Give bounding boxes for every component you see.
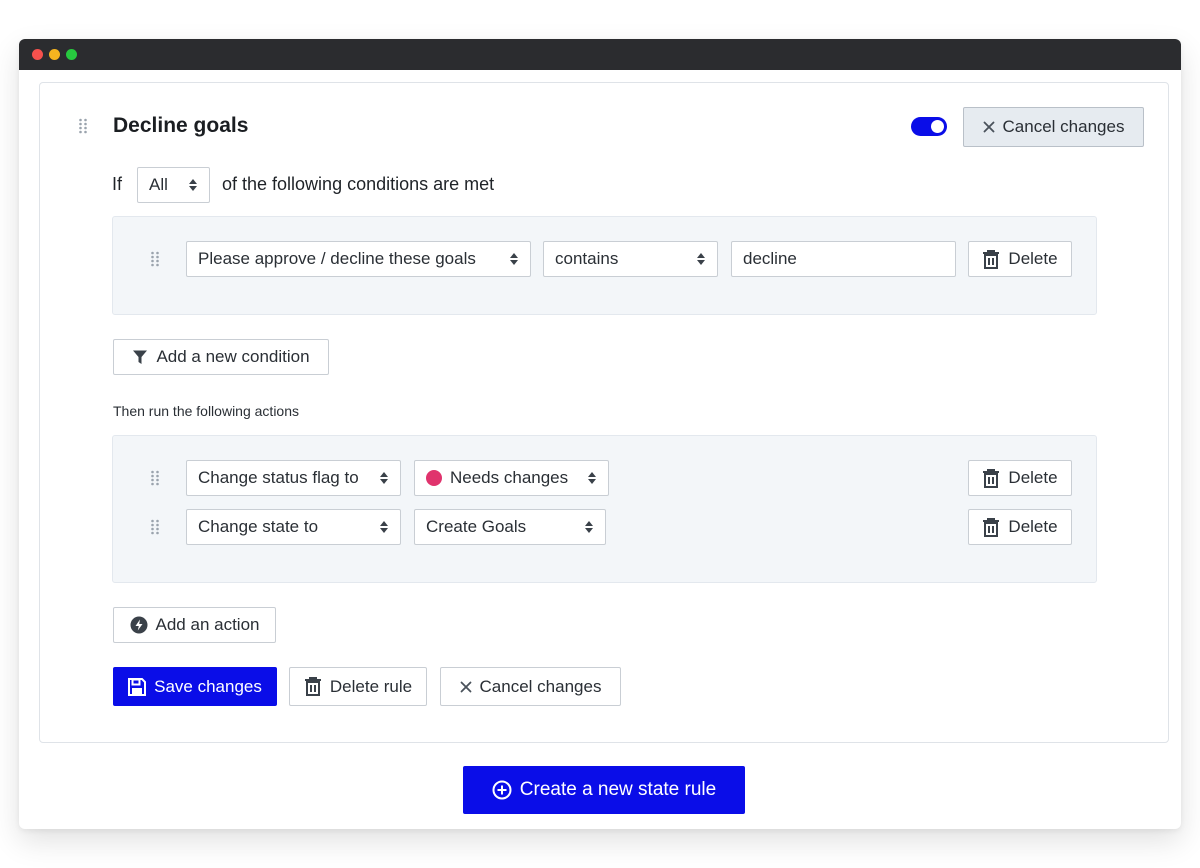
condition-field-select[interactable]: Please approve / decline these goals — [186, 241, 531, 277]
sort-caret-icon — [585, 521, 593, 533]
cancel-changes-label: Cancel changes — [479, 676, 602, 696]
sort-caret-icon — [189, 179, 197, 191]
rule-drag-handle-icon[interactable] — [78, 118, 88, 134]
condition-value-input[interactable]: decline — [731, 241, 956, 277]
delete-rule-label: Delete rule — [329, 676, 413, 696]
cancel-changes-top-label: Cancel changes — [1002, 117, 1125, 136]
state-value: Create Goals — [426, 517, 527, 536]
conditions-suffix: of the following conditions are met — [222, 174, 495, 194]
save-changes-button[interactable]: Save changes — [113, 667, 277, 706]
action-drag-handle-icon[interactable] — [150, 519, 160, 535]
sort-caret-icon — [380, 521, 388, 533]
rule-enabled-toggle[interactable] — [911, 117, 947, 136]
sort-caret-icon — [510, 253, 518, 265]
cancel-changes-button[interactable]: Cancel changes — [440, 667, 621, 706]
delete-action-label: Delete — [1008, 517, 1058, 536]
action-type-value: Change state to — [198, 517, 319, 536]
trash-icon — [982, 468, 1000, 488]
delete-action-button[interactable]: Delete — [968, 460, 1072, 496]
rule-title: Decline goals — [113, 114, 249, 137]
window-titlebar — [19, 39, 1181, 70]
action-type-select[interactable]: Change status flag to — [186, 460, 401, 496]
match-type-select[interactable]: All — [137, 167, 210, 203]
condition-drag-handle-icon[interactable] — [150, 251, 160, 267]
status-dot-icon — [426, 470, 442, 486]
delete-condition-label: Delete — [1008, 249, 1058, 268]
add-action-button[interactable]: Add an action — [113, 607, 276, 643]
window-minimize-dot[interactable] — [49, 49, 60, 60]
delete-condition-button[interactable]: Delete — [968, 241, 1072, 277]
add-action-label: Add an action — [155, 615, 260, 634]
condition-operator-select[interactable]: contains — [543, 241, 718, 277]
cancel-changes-top-button[interactable]: Cancel changes — [963, 107, 1144, 147]
actions-heading: Then run the following actions — [113, 403, 299, 419]
sort-caret-icon — [380, 472, 388, 484]
window-maximize-dot[interactable] — [66, 49, 77, 60]
action-type-select[interactable]: Change state to — [186, 509, 401, 545]
add-condition-label: Add a new condition — [156, 347, 310, 366]
conditions-panel: Please approve / decline these goals con… — [112, 216, 1097, 315]
condition-operator-value: contains — [555, 249, 619, 268]
create-state-rule-button[interactable]: Create a new state rule — [463, 766, 745, 814]
toggle-knob — [931, 120, 944, 133]
plus-circle-icon — [492, 780, 512, 800]
condition-value-text: decline — [743, 249, 797, 268]
save-changes-label: Save changes — [154, 676, 262, 696]
state-select[interactable]: Create Goals — [414, 509, 606, 545]
actions-panel: Change status flag to Needs changes Dele… — [112, 435, 1097, 583]
trash-icon — [982, 249, 1000, 269]
bolt-icon — [130, 616, 148, 634]
delete-action-button[interactable]: Delete — [968, 509, 1072, 545]
status-flag-value: Needs changes — [450, 468, 569, 487]
condition-field-value: Please approve / decline these goals — [198, 249, 476, 268]
close-icon — [460, 681, 472, 693]
delete-action-label: Delete — [1008, 468, 1058, 487]
action-drag-handle-icon[interactable] — [150, 470, 160, 486]
sort-caret-icon — [697, 253, 705, 265]
floppy-disk-icon — [128, 677, 147, 696]
match-type-value: All — [149, 175, 168, 194]
window-close-dot[interactable] — [32, 49, 43, 60]
status-flag-select[interactable]: Needs changes — [414, 460, 609, 496]
delete-rule-button[interactable]: Delete rule — [289, 667, 427, 706]
action-type-value: Change status flag to — [198, 468, 359, 487]
app-window: Decline goals Cancel changes If All of t… — [19, 39, 1181, 829]
if-label: If — [112, 174, 123, 194]
state-rule-card: Decline goals Cancel changes If All of t… — [39, 82, 1169, 743]
filter-icon — [132, 349, 148, 365]
add-condition-button[interactable]: Add a new condition — [113, 339, 329, 375]
create-state-rule-label: Create a new state rule — [519, 779, 717, 800]
sort-caret-icon — [588, 472, 596, 484]
trash-icon — [982, 517, 1000, 537]
close-icon — [983, 121, 995, 133]
trash-icon — [304, 677, 322, 696]
